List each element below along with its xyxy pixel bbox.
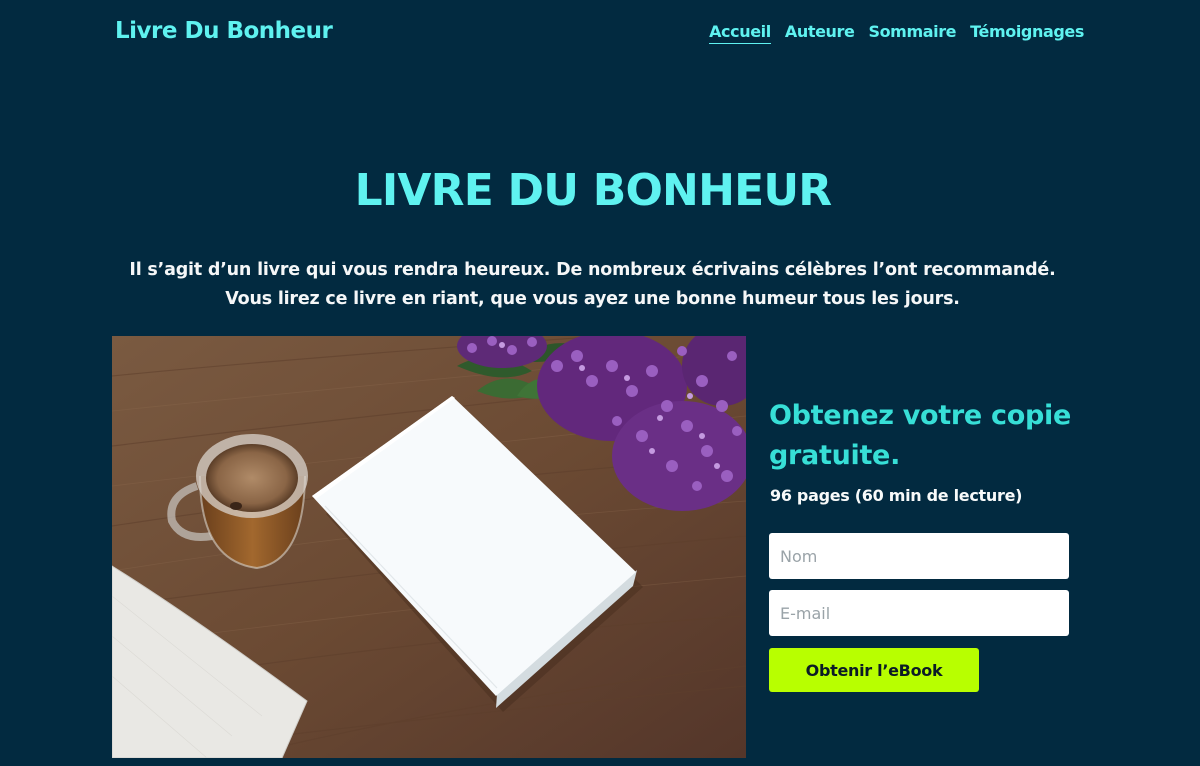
hero-title: LIVRE DU BONHEUR — [354, 165, 833, 216]
hero-description: Il s’agit d’un livre qui vous rendra heu… — [129, 260, 1056, 309]
main-nav: Accueil Auteure Sommaire Témoignages — [709, 22, 1084, 44]
nav-link-temoignages[interactable]: Témoignages — [970, 22, 1084, 44]
signup-subtitle: 96 pages (60 min de lecture) — [770, 486, 1023, 505]
landing-page: Livre Du Bonheur Accueil Auteure Sommair… — [0, 0, 1200, 766]
email-input[interactable] — [769, 590, 1069, 636]
nav-link-sommaire[interactable]: Sommaire — [868, 22, 956, 44]
name-input[interactable] — [769, 533, 1069, 579]
site-logo[interactable]: Livre Du Bonheur — [115, 18, 333, 44]
hero-photo — [112, 336, 746, 758]
get-ebook-button[interactable]: Obtenir l’eBook — [769, 648, 979, 692]
nav-link-accueil[interactable]: Accueil — [709, 22, 771, 44]
book-coffee-lilac-image — [112, 336, 746, 758]
nav-link-auteure[interactable]: Auteure — [785, 22, 855, 44]
signup-title: Obtenez votre copie gratuite. — [769, 400, 1071, 471]
